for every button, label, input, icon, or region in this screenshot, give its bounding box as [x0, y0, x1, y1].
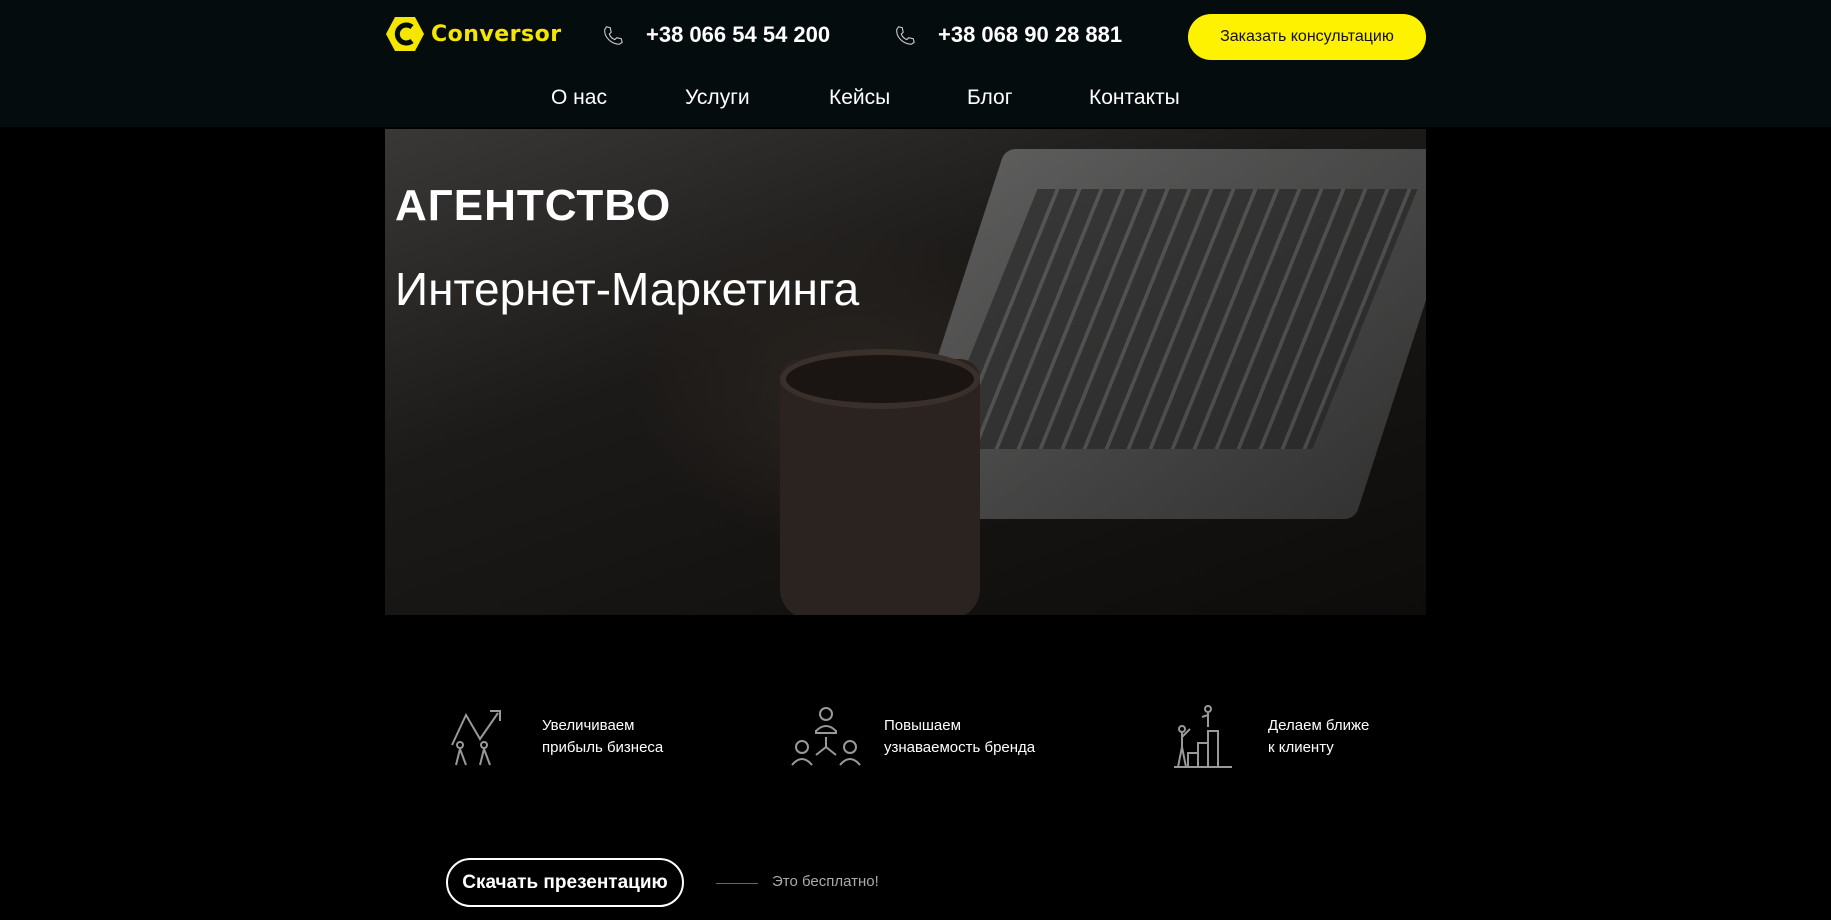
- hero-subtitle: Интернет-Маркетинга: [395, 263, 860, 315]
- feature-profit: Увеличиваем прибыль бизнеса: [446, 705, 663, 769]
- feature-line: Делаем ближе: [1268, 717, 1370, 734]
- nav-about[interactable]: О нас: [551, 86, 607, 110]
- logo[interactable]: Conversor: [385, 16, 562, 52]
- stairs-helping-icon: [1174, 705, 1232, 768]
- network-people-icon: [791, 707, 861, 766]
- feature-line: узнаваемость бренда: [884, 739, 1036, 756]
- nav-services[interactable]: Услуги: [685, 86, 750, 110]
- feature-line: Увеличиваем: [542, 717, 635, 734]
- feature-client: Делаем ближе к клиенту: [1172, 705, 1369, 769]
- phone-icon: [896, 26, 915, 45]
- download-presentation-button[interactable]: Скачать презентацию: [446, 858, 684, 907]
- logo-text: Conversor: [431, 21, 562, 47]
- divider-line: [716, 883, 758, 884]
- nav-contacts[interactable]: Контакты: [1089, 86, 1180, 110]
- hero-banner: АГЕНТСТВО Интернет-Маркетинга: [385, 129, 1426, 615]
- phone-2[interactable]: +38 068 90 28 881: [894, 22, 1122, 48]
- consultation-button[interactable]: Заказать консультацию: [1188, 14, 1426, 60]
- header: Conversor +38 066 54 54 200 +38 068 90 2…: [0, 0, 1831, 127]
- phone-number[interactable]: +38 066 54 54 200: [646, 22, 830, 48]
- logo-hexagon-icon: [386, 17, 424, 51]
- feature-line: прибыль бизнеса: [542, 739, 664, 756]
- hero-title: АГЕНТСТВО: [395, 181, 672, 230]
- mug-top-image: [780, 349, 980, 409]
- phone-number[interactable]: +38 068 90 28 881: [938, 22, 1122, 48]
- phone-icon: [604, 26, 623, 45]
- phone-1[interactable]: +38 066 54 54 200: [602, 22, 830, 48]
- feature-line: Повышаем: [884, 717, 961, 734]
- feature-brand: Повышаем узнаваемость бренда: [788, 705, 1035, 769]
- free-note: Это бесплатно!: [772, 873, 879, 890]
- nav-blog[interactable]: Блог: [967, 86, 1012, 110]
- growth-arrow-people-icon: [451, 710, 501, 766]
- nav-cases[interactable]: Кейсы: [829, 86, 890, 110]
- feature-line: к клиенту: [1268, 739, 1334, 756]
